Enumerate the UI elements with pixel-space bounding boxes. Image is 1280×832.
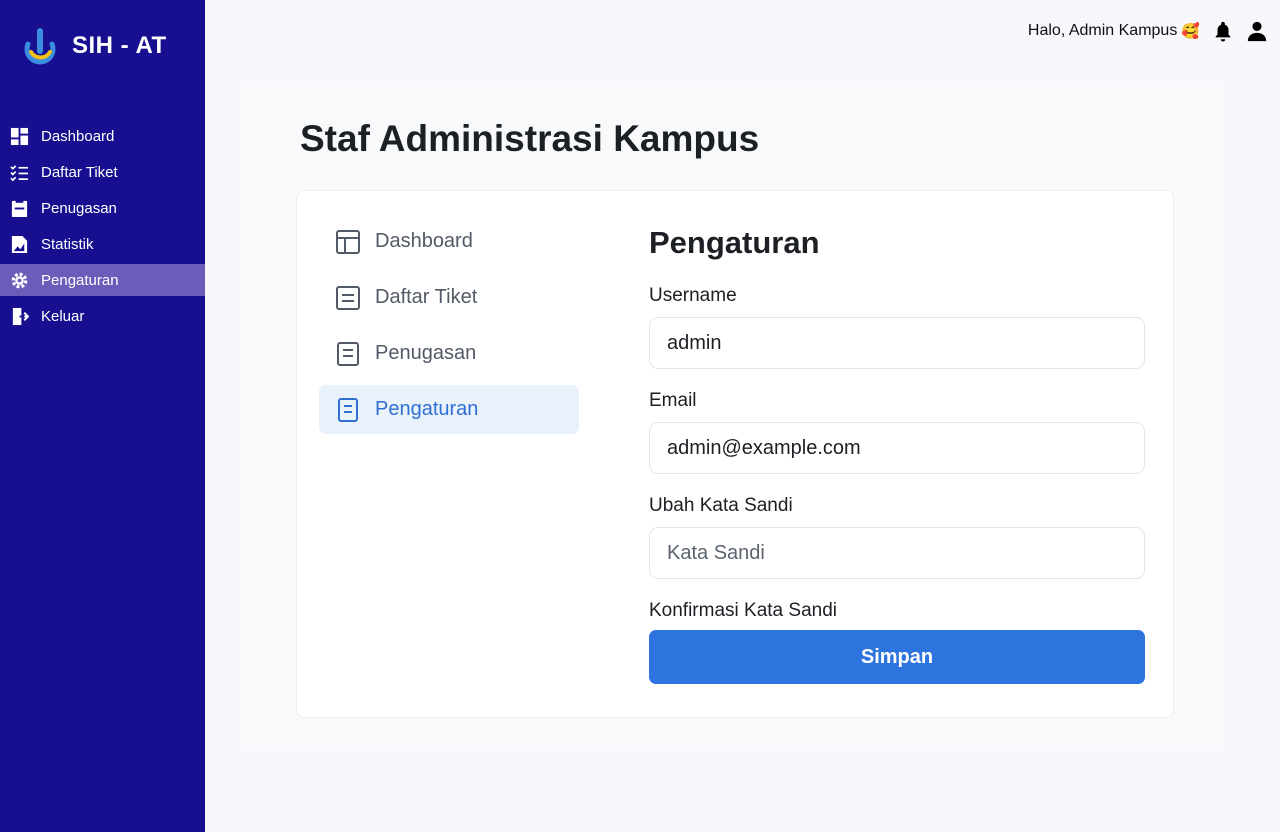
checklist-icon xyxy=(10,163,29,182)
save-button[interactable]: Simpan xyxy=(649,630,1145,684)
username-label: Username xyxy=(649,285,737,306)
settings-menu: Dashboard Daftar Tiket Penugasan Pengatu… xyxy=(319,217,579,441)
password-label: Ubah Kata Sandi xyxy=(649,495,793,516)
sidebar-item-label: Dashboard xyxy=(41,127,115,145)
chart-file-icon xyxy=(10,235,29,254)
brand-logo-icon xyxy=(24,28,56,65)
menu-item-label: Dashboard xyxy=(375,230,473,252)
sidebar-item-label: Keluar xyxy=(41,307,85,325)
sidebar-item-label: Statistik xyxy=(41,235,94,253)
sidebar-item-keluar[interactable]: Keluar xyxy=(0,300,205,332)
bell-icon[interactable] xyxy=(1212,20,1234,42)
sidebar-item-label: Penugasan xyxy=(41,199,117,217)
sidebar-item-pengaturan[interactable]: Pengaturan xyxy=(0,264,205,296)
smiling-face-emoji-icon: 🥰 xyxy=(1181,23,1200,40)
sidebar-item-label: Pengaturan xyxy=(41,271,119,289)
email-field[interactable] xyxy=(649,422,1145,474)
menu-item-pengaturan[interactable]: Pengaturan xyxy=(319,385,579,434)
brand[interactable]: SIH - AT xyxy=(20,24,167,68)
clipboard-icon xyxy=(10,199,29,218)
user-icon[interactable] xyxy=(1246,20,1268,42)
settings-doc-icon xyxy=(335,397,361,423)
sidebar-item-label: Daftar Tiket xyxy=(41,163,118,181)
logout-icon xyxy=(10,307,29,326)
user-greeting: Halo, Admin Kampus 🥰 xyxy=(1028,22,1200,40)
sidebar-item-daftar-tiket[interactable]: Daftar Tiket xyxy=(0,156,205,188)
list-icon xyxy=(335,285,361,311)
menu-item-daftar-tiket[interactable]: Daftar Tiket xyxy=(319,273,579,322)
sidebar-nav: Dashboard Daftar Tiket Penugasan Statist… xyxy=(0,120,205,336)
sidebar-item-penugasan[interactable]: Penugasan xyxy=(0,192,205,224)
settings-card: Dashboard Daftar Tiket Penugasan Pengatu… xyxy=(296,190,1174,718)
page-title: Staf Administrasi Kampus xyxy=(300,118,760,159)
menu-item-penugasan[interactable]: Penugasan xyxy=(319,329,579,378)
document-icon xyxy=(335,341,361,367)
menu-item-label: Pengaturan xyxy=(375,398,479,420)
form-title: Pengaturan xyxy=(649,225,820,260)
username-field[interactable] xyxy=(649,317,1145,369)
gear-icon xyxy=(10,271,29,290)
sidebar-item-dashboard[interactable]: Dashboard xyxy=(0,120,205,152)
settings-form: Pengaturan Username Email Ubah Kata Sand… xyxy=(649,225,1145,684)
dashboard-icon xyxy=(10,127,29,146)
menu-item-label: Penugasan xyxy=(375,342,477,364)
sidebar: SIH - AT Dashboard Daftar Tiket Penugasa… xyxy=(0,0,205,832)
password-field[interactable] xyxy=(649,527,1145,579)
email-label: Email xyxy=(649,390,697,411)
greeting-text: Halo, Admin Kampus xyxy=(1027,22,1178,39)
content-panel: Staf Administrasi Kampus Dashboard Dafta… xyxy=(240,84,1224,750)
topbar: Halo, Admin Kampus 🥰 xyxy=(1028,20,1268,42)
app: SIH - AT Dashboard Daftar Tiket Penugasa… xyxy=(0,0,1280,832)
layout-icon xyxy=(335,229,361,255)
sidebar-item-statistik[interactable]: Statistik xyxy=(0,228,205,260)
menu-item-dashboard[interactable]: Dashboard xyxy=(319,217,579,266)
menu-item-label: Daftar Tiket xyxy=(375,286,478,308)
confirm-password-label: Konfirmasi Kata Sandi xyxy=(649,600,837,621)
brand-name: SIH - AT xyxy=(72,32,167,59)
